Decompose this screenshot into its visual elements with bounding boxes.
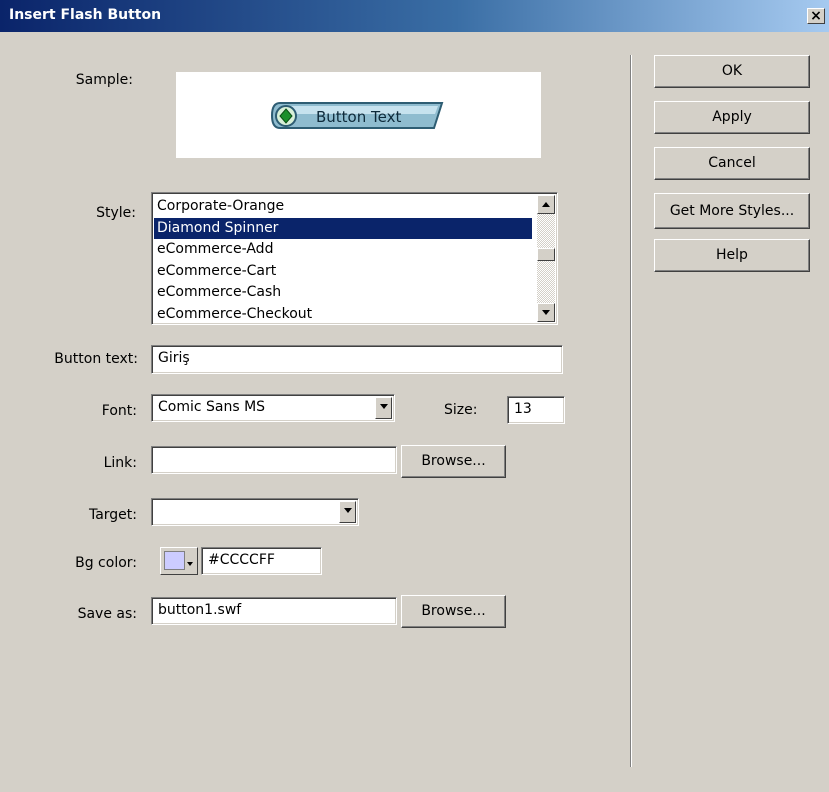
bg-color-input[interactable]: #CCCCFF [201, 547, 322, 575]
font-select[interactable]: Comic Sans MS [151, 394, 395, 422]
style-scrollbar[interactable] [537, 195, 555, 322]
cancel-button[interactable]: Cancel [654, 147, 810, 180]
style-listbox[interactable]: Corporate-Orange Diamond Spinner eCommer… [151, 192, 558, 325]
target-select[interactable] [151, 498, 359, 526]
bg-color-label: Bg color: [75, 555, 137, 571]
list-item[interactable]: eCommerce-Cart [154, 261, 532, 283]
chevron-down-icon[interactable] [375, 397, 392, 419]
sample-flash-button: Button Text [270, 102, 444, 129]
target-select-value [152, 499, 164, 507]
color-dropdown-icon [187, 562, 193, 566]
color-picker-button[interactable] [160, 547, 198, 575]
button-text-label: Button text: [54, 351, 138, 367]
button-text-input[interactable]: Giriş [151, 345, 563, 374]
ok-button[interactable]: OK [654, 55, 810, 88]
save-as-browse-button[interactable]: Browse... [401, 595, 506, 628]
window-title: Insert Flash Button [9, 7, 162, 23]
link-input[interactable] [151, 446, 397, 474]
close-icon: × [810, 8, 822, 24]
link-label: Link: [103, 455, 137, 471]
save-as-input[interactable]: button1.swf [151, 597, 397, 625]
divider [630, 55, 632, 767]
help-button[interactable]: Help [654, 239, 810, 272]
list-item[interactable]: eCommerce-Checkout [154, 304, 532, 326]
link-browse-button[interactable]: Browse... [401, 445, 506, 478]
scroll-up-button[interactable] [537, 195, 555, 214]
arrow-down-icon [542, 310, 550, 315]
title-bar: Insert Flash Button × [0, 0, 829, 32]
list-item-selected[interactable]: Diamond Spinner [154, 217, 532, 239]
list-item[interactable]: Corporate-Orange [154, 196, 532, 218]
scroll-down-button[interactable] [537, 303, 555, 322]
list-item[interactable]: eCommerce-Add [154, 239, 532, 261]
size-input[interactable]: 13 [507, 396, 565, 424]
arrow-up-icon [542, 202, 550, 207]
target-label: Target: [88, 507, 137, 523]
chevron-down-icon[interactable] [339, 501, 356, 523]
color-swatch [164, 551, 185, 570]
list-item[interactable]: eCommerce-Cash [154, 282, 532, 304]
apply-button[interactable]: Apply [654, 101, 810, 134]
sample-preview: Button Text [176, 72, 541, 158]
save-as-label: Save as: [77, 606, 137, 622]
get-more-styles-button[interactable]: Get More Styles... [654, 193, 810, 229]
sample-button-text: Button Text [316, 108, 401, 126]
style-label: Style: [96, 205, 136, 221]
close-button[interactable]: × [807, 8, 825, 24]
size-label: Size: [444, 402, 478, 418]
font-label: Font: [101, 403, 137, 419]
font-select-value: Comic Sans MS [158, 399, 266, 415]
scroll-thumb[interactable] [537, 248, 555, 261]
style-list-items: Corporate-Orange Diamond Spinner eCommer… [154, 196, 532, 325]
sample-label: Sample: [75, 72, 133, 88]
